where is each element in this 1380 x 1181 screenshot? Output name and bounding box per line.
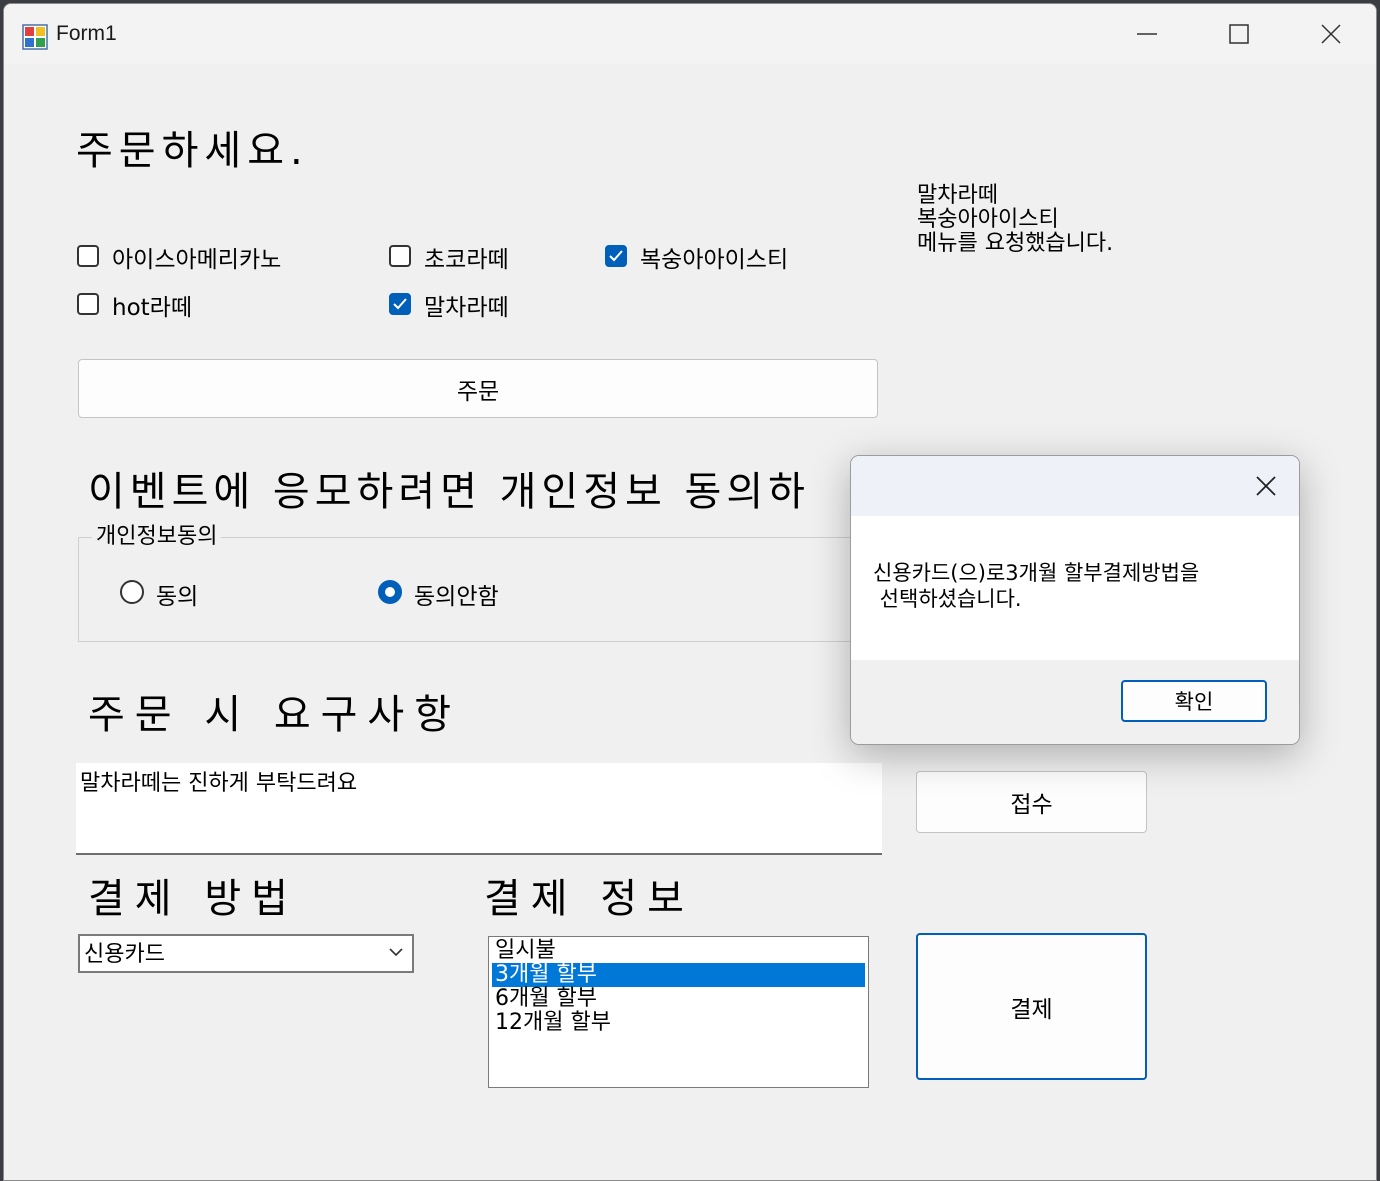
- order-result-label: 말차라떼 복숭아아이스티 메뉴를 요청했습니다.: [917, 183, 1114, 256]
- order-heading: 주문하세요.: [76, 128, 309, 174]
- radio-circle[interactable]: [120, 580, 144, 604]
- message-dialog: 신용카드(으)로3개월 할부결제방법을 선택하셨습니다. 확인: [850, 455, 1300, 745]
- close-icon: [1256, 476, 1276, 496]
- radio-label[interactable]: 동의안함: [414, 577, 499, 611]
- list-item[interactable]: 6개월 할부: [492, 987, 865, 1011]
- combobox-value: 신용카드: [84, 942, 165, 967]
- payment-method-combobox[interactable]: 신용카드: [78, 934, 414, 973]
- dialog-title-bar[interactable]: [851, 456, 1299, 516]
- close-icon: [1321, 24, 1341, 44]
- maximize-button[interactable]: [1216, 14, 1262, 54]
- checkmark-icon: [609, 250, 623, 262]
- submit-request-button[interactable]: 접수: [916, 771, 1147, 833]
- list-item[interactable]: 12개월 할부: [492, 1011, 865, 1035]
- radio-circle-selected[interactable]: [378, 580, 402, 604]
- minimize-icon: [1137, 33, 1157, 35]
- list-item[interactable]: 일시불: [492, 939, 865, 963]
- checkbox-label[interactable]: hot라떼: [112, 288, 192, 322]
- dialog-close-button[interactable]: [1251, 471, 1281, 501]
- checkbox-box-checked[interactable]: [605, 245, 627, 267]
- list-item-selected[interactable]: 3개월 할부: [492, 963, 865, 987]
- payment-method-heading: 결제 방법: [88, 876, 298, 922]
- chevron-down-icon[interactable]: [388, 946, 404, 958]
- dialog-button-area: 확인: [851, 660, 1299, 744]
- checkbox-box[interactable]: [77, 245, 99, 267]
- checkbox-label[interactable]: 아이스아메리카노: [112, 240, 281, 274]
- radio-label[interactable]: 동의: [156, 577, 198, 611]
- minimize-button[interactable]: [1124, 14, 1170, 54]
- order-button[interactable]: 주문: [78, 359, 878, 418]
- privacy-groupbox-title: 개인정보동의: [92, 518, 222, 550]
- close-button[interactable]: [1308, 14, 1354, 54]
- dialog-message: 신용카드(으)로3개월 할부결제방법을 선택하셨습니다.: [873, 561, 1200, 611]
- checkbox-label[interactable]: 초코라떼: [424, 240, 509, 274]
- request-heading: 주문 시 요구사항: [88, 692, 462, 738]
- checkmark-icon: [393, 298, 407, 310]
- checkbox-label[interactable]: 복숭아아이스티: [640, 240, 788, 274]
- maximize-icon: [1229, 24, 1249, 44]
- app-icon: [22, 24, 48, 50]
- payment-info-listbox[interactable]: 일시불 3개월 할부 6개월 할부 12개월 할부: [488, 936, 869, 1088]
- payment-info-heading: 결제 정보: [484, 876, 694, 922]
- checkbox-box[interactable]: [389, 245, 411, 267]
- request-textarea[interactable]: 말차라떼는 진하게 부탁드려요: [76, 763, 882, 855]
- checkbox-box-checked[interactable]: [389, 293, 411, 315]
- privacy-heading: 이벤트에 응모하려면 개인정보 동의하: [88, 469, 810, 515]
- checkbox-label[interactable]: 말차라떼: [424, 288, 509, 322]
- dialog-ok-button[interactable]: 확인: [1121, 680, 1267, 722]
- window-title: Form1: [56, 22, 117, 45]
- pay-button[interactable]: 결제: [916, 933, 1147, 1080]
- title-bar[interactable]: Form1: [4, 4, 1376, 64]
- checkbox-box[interactable]: [77, 293, 99, 315]
